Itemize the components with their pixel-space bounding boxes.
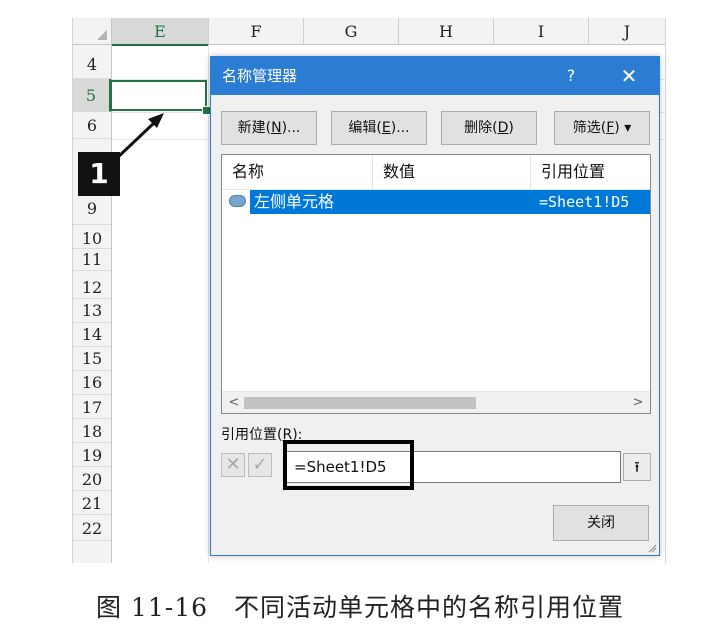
column-header-value[interactable]: 数值	[373, 155, 531, 189]
name-manager-dialog: 名称管理器 ? ✕ 新建(N)... 编辑(E)... 删除(D) 筛选(F) …	[210, 56, 660, 556]
scroll-left-icon[interactable]: <	[226, 392, 242, 413]
column-header-refers-to[interactable]: 引用位置	[531, 155, 650, 189]
scrollbar-thumb[interactable]	[244, 397, 476, 409]
list-header: 名称 数值 引用位置	[222, 155, 650, 190]
column-header-name[interactable]: 名称	[222, 155, 373, 189]
scroll-right-icon[interactable]: >	[630, 392, 646, 413]
collapse-dialog-icon[interactable]: ⭱	[623, 453, 651, 481]
horizontal-scrollbar[interactable]: < >	[222, 391, 650, 413]
figure-caption: 图 11-16 不同活动单元格中的名称引用位置	[95, 593, 625, 622]
close-icon[interactable]: ✕	[611, 57, 647, 95]
resize-grip-icon[interactable]	[647, 543, 657, 553]
delete-button[interactable]: 删除(D)	[441, 111, 537, 145]
selected-row-highlight: 左侧单元格 =Sheet1!D5	[250, 190, 650, 214]
help-button[interactable]: ?	[556, 57, 586, 95]
dialog-titlebar[interactable]: 名称管理器 ? ✕	[211, 57, 659, 95]
new-button[interactable]: 新建(N)...	[221, 111, 317, 145]
list-item[interactable]: 左侧单元格 =Sheet1!D5	[222, 190, 650, 214]
annotation-highlight-box	[283, 440, 414, 490]
named-range-icon	[229, 195, 246, 207]
cancel-edit-icon[interactable]: ✕	[221, 453, 245, 477]
dialog-title: 名称管理器	[222, 67, 298, 85]
confirm-edit-icon[interactable]: ✓	[248, 453, 272, 477]
filter-button[interactable]: 筛选(F) ▾	[554, 111, 650, 145]
edit-button[interactable]: 编辑(E)...	[331, 111, 427, 145]
names-list[interactable]: 名称 数值 引用位置 左侧单元格 =Sheet1!D5 < >	[221, 154, 651, 414]
refers-to-cell: =Sheet1!D5	[539, 193, 630, 211]
annotation-badge: 1	[78, 152, 120, 196]
close-button[interactable]: 关闭	[553, 505, 649, 541]
name-cell: 左侧单元格	[254, 192, 335, 211]
